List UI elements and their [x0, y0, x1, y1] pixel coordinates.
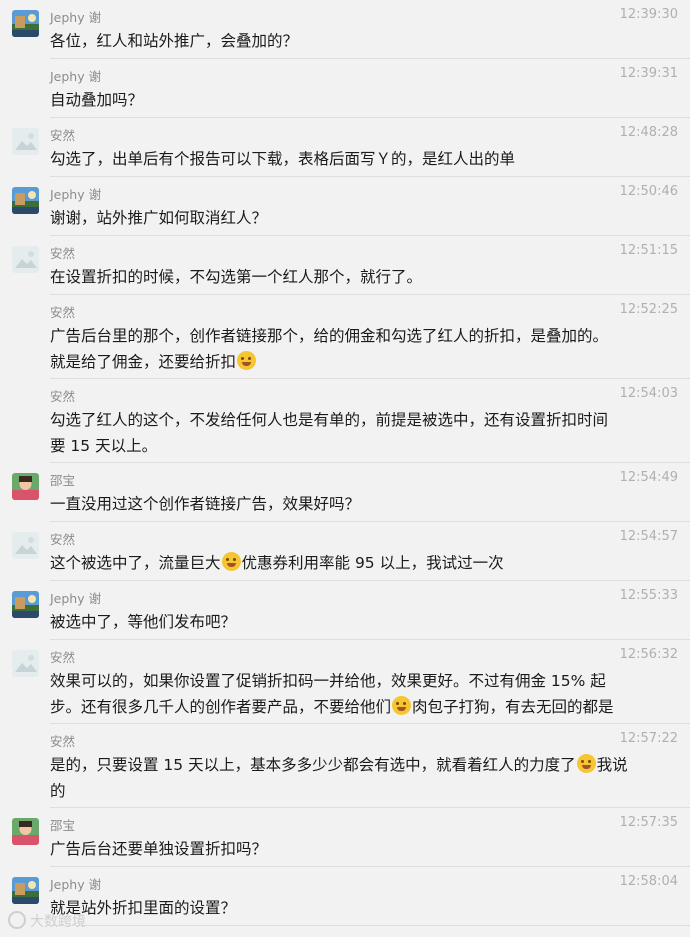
message-row[interactable]: 邵宝 12:54:49 一直没用过这个创作者链接广告，效果好吗？ — [0, 463, 690, 522]
message-text-segment: 广告后台里的那个，创作者链接那个，给的佣金和勾选了红人的折扣，是叠加的。 — [50, 327, 609, 345]
message-timestamp: 12:57:35 — [619, 815, 678, 830]
message-row[interactable]: Jephy 谢 12:55:33 被选中了，等他们发布吧？ — [0, 581, 690, 640]
message-row[interactable]: Jephy 谢 12:58:04 就是站外折扣里面的设置？ — [0, 867, 690, 926]
emoji-icon — [237, 351, 257, 370]
sender-name: Jephy 谢 — [50, 877, 102, 892]
message-text-segment: 就是给了佣金，还要给折扣 — [50, 353, 237, 371]
message-text: 是的，只要设置 15 天以上，基本多多少少都会有选中，就看着红人的力度了 我说的 — [50, 752, 672, 804]
message-text-segment: 要 15 天以上。 — [50, 437, 158, 455]
message-row[interactable]: 邵宝 12:57:35 广告后台还要单独设置折扣吗？ — [0, 808, 690, 867]
message-text-segment: 优惠券利用率能 95 以上，我试过一次 — [241, 554, 504, 572]
message-timestamp: 12:48:28 — [619, 125, 678, 140]
message-row[interactable]: Jephy 谢 12:39:30 各位，红人和站外推广，会叠加的？ — [0, 0, 690, 59]
message-text-segment: 的 — [50, 782, 66, 800]
message-timestamp: 12:54:49 — [619, 470, 678, 485]
message-text: 勾选了红人的这个，不发给任何人也是有单的，前提是被选中，还有设置折扣时间要 15… — [50, 407, 672, 459]
message-text-segment: 是的，只要设置 15 天以上，基本多多少少都会有选中，就看着红人的力度了 — [50, 756, 576, 774]
message-text-segment: 广告后台还要单独设置折扣吗？ — [50, 840, 268, 858]
message-text-segment: 效果可以的，如果你设置了促销折扣码一并给他，效果更好。不过有佣金 15% 起 — [50, 672, 606, 690]
watermark-text: 大数跨境 — [30, 914, 86, 930]
message-row[interactable]: Jephy 谢 12:39:31 自动叠加吗？ — [0, 59, 690, 118]
message-timestamp: 12:55:33 — [619, 588, 678, 603]
message-text: 一直没用过这个创作者链接广告，效果好吗？ — [50, 491, 672, 517]
message-timestamp: 12:54:57 — [619, 529, 678, 544]
message-text-segment: 被选中了，等他们发布吧？ — [50, 613, 237, 631]
message-timestamp: 12:51:15 — [619, 243, 678, 258]
message-text: 各位，红人和站外推广，会叠加的？ — [50, 28, 672, 54]
message-timestamp: 12:58:04 — [619, 874, 678, 889]
message-timestamp: 12:52:25 — [619, 302, 678, 317]
message-text-segment: 自动叠加吗？ — [50, 91, 144, 109]
message-text: 在设置折扣的时候，不勾选第一个红人那个，就行了。 — [50, 264, 672, 290]
message-timestamp: 12:54:03 — [619, 386, 678, 401]
message-timestamp: 12:39:31 — [619, 66, 678, 81]
message-text: 广告后台里的那个，创作者链接那个，给的佣金和勾选了红人的折扣，是叠加的。 就是给了… — [50, 323, 672, 375]
message-text: 这个被选中了，流量巨大 优惠券利用率能 95 以上，我试过一次 — [50, 550, 672, 576]
emoji-icon — [221, 552, 241, 571]
landscape-avatar[interactable] — [12, 10, 39, 37]
message-text: 勾选了，出单后有个报告可以下载，表格后面写Ｙ的，是红人出的单 — [50, 146, 672, 172]
message-timestamp: 12:50:46 — [619, 184, 678, 199]
message-text-segment: 这个被选中了，流量巨大 — [50, 554, 221, 572]
placeholder-avatar[interactable] — [12, 246, 39, 273]
message-row[interactable]: 安然 12:51:15 在设置折扣的时候，不勾选第一个红人那个，就行了。 — [0, 236, 690, 295]
message-row[interactable]: 安然 12:54:03 勾选了红人的这个，不发给任何人也是有单的，前提是被选中，还有… — [0, 379, 690, 463]
message-text-segment: 勾选了红人的这个，不发给任何人也是有单的，前提是被选中，还有设置折扣时间 — [50, 411, 609, 429]
message-row[interactable]: 安然 12:48:28 勾选了，出单后有个报告可以下载，表格后面写Ｙ的，是红人出的单 — [0, 118, 690, 177]
message-timestamp: 12:57:22 — [619, 731, 678, 746]
message-text-segment: 步。还有很多几千人的创作者要产品，不要给他们 — [50, 698, 392, 716]
placeholder-avatar[interactable] — [12, 128, 39, 155]
person-avatar[interactable] — [12, 818, 39, 845]
message-text-segment: 各位，红人和站外推广，会叠加的？ — [50, 32, 299, 50]
sender-name: 邵宝 — [50, 818, 76, 833]
message-row[interactable]: Jephy 谢 12:50:46 谢谢，站外推广如何取消红人？ — [0, 177, 690, 236]
message-text: 被选中了，等他们发布吧？ — [50, 609, 672, 635]
message-text: 谢谢，站外推广如何取消红人？ — [50, 205, 672, 231]
person-avatar[interactable] — [12, 473, 39, 500]
watermark-logo-icon — [8, 911, 26, 929]
message-text-segment: 在设置折扣的时候，不勾选第一个红人那个，就行了。 — [50, 268, 423, 286]
emoji-icon — [576, 754, 596, 773]
landscape-avatar[interactable] — [12, 877, 39, 904]
message-timestamp: 12:39:30 — [619, 7, 678, 22]
message-text: 就是站外折扣里面的设置？ — [50, 895, 672, 921]
sender-name: 安然 — [50, 389, 76, 404]
sender-name: 安然 — [50, 734, 76, 749]
message-text: 广告后台还要单独设置折扣吗？ — [50, 836, 672, 862]
message-text: 自动叠加吗？ — [50, 87, 672, 113]
sender-name: Jephy 谢 — [50, 591, 102, 606]
sender-name: Jephy 谢 — [50, 187, 102, 202]
message-text: 效果可以的，如果你设置了促销折扣码一并给他，效果更好。不过有佣金 15% 起步。… — [50, 668, 672, 720]
message-divider — [50, 925, 690, 926]
sender-name: 安然 — [50, 305, 76, 320]
placeholder-avatar[interactable] — [12, 532, 39, 559]
message-row[interactable]: 安然 12:52:25 广告后台里的那个，创作者链接那个，给的佣金和勾选了红人的折扣… — [0, 295, 690, 379]
message-row[interactable]: 安然 12:54:57 这个被选中了，流量巨大 优惠券利用率能 95 以上，我试过一次 — [0, 522, 690, 581]
sender-name: 安然 — [50, 650, 76, 665]
message-text-segment: 谢谢，站外推广如何取消红人？ — [50, 209, 268, 227]
emoji-icon — [392, 696, 412, 715]
message-text-segment: 一直没用过这个创作者链接广告，效果好吗？ — [50, 495, 361, 513]
message-row[interactable]: 安然 12:56:32 效果可以的，如果你设置了促销折扣码一并给他，效果更好。不过有… — [0, 640, 690, 724]
sender-name: 安然 — [50, 246, 76, 261]
landscape-avatar[interactable] — [12, 187, 39, 214]
landscape-avatar[interactable] — [12, 591, 39, 618]
sender-name: 安然 — [50, 128, 76, 143]
sender-name: Jephy 谢 — [50, 10, 102, 25]
placeholder-avatar[interactable] — [12, 650, 39, 677]
message-text-segment: 我说 — [596, 756, 628, 774]
message-timestamp: 12:56:32 — [619, 647, 678, 662]
watermark: 大数跨境 — [8, 911, 86, 931]
sender-name: Jephy 谢 — [50, 69, 102, 84]
message-row[interactable]: 安然 12:57:22 是的，只要设置 15 天以上，基本多多少少都会有选中，就看着… — [0, 724, 690, 808]
message-text-segment: 肉包子打狗，有去无回的都是 — [412, 698, 614, 716]
sender-name: 安然 — [50, 532, 76, 547]
message-text-segment: 勾选了，出单后有个报告可以下载，表格后面写Ｙ的，是红人出的单 — [50, 150, 516, 168]
sender-name: 邵宝 — [50, 473, 76, 488]
